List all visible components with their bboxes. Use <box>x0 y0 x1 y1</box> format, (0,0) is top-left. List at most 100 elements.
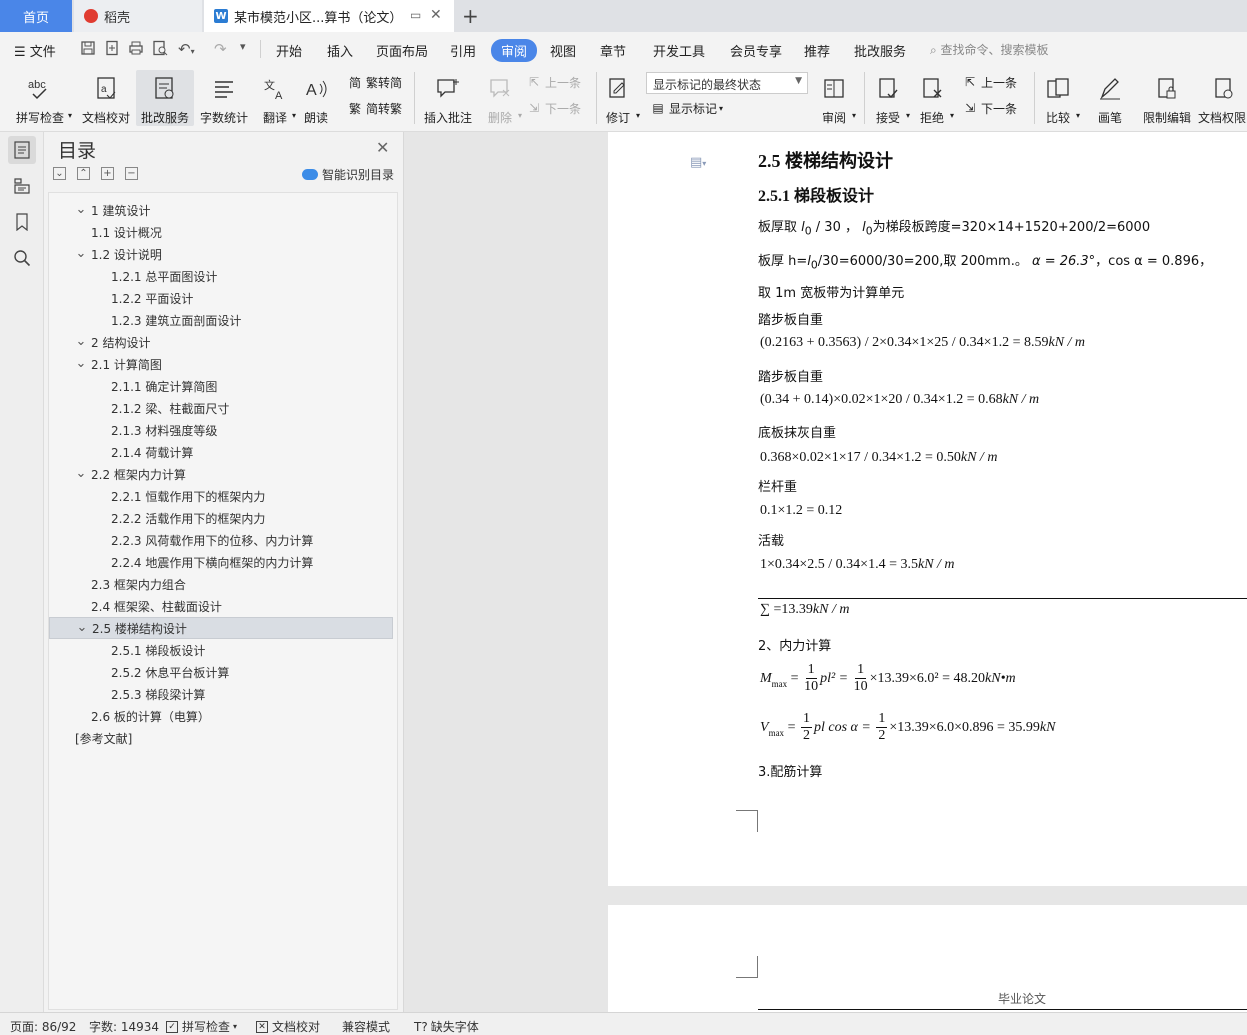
command-search[interactable]: ⌕ 查找命令、搜索模板 <box>930 41 1049 58</box>
expand-all-icon[interactable]: + <box>101 167 114 180</box>
save-icon[interactable] <box>80 40 96 60</box>
toc-item[interactable]: 2.5.2 休息平台板计算 <box>49 661 393 683</box>
menu-review[interactable]: 审阅 <box>491 39 538 62</box>
spellcheck-button[interactable]: abc 拼写检查 ▾ <box>8 70 72 126</box>
tab-daoke[interactable]: 稻壳 <box>74 0 202 32</box>
close-tab-icon[interactable]: ✕ <box>430 7 442 23</box>
compare-button[interactable]: 比较 ▾ <box>1040 70 1080 126</box>
quick-access-more-icon[interactable]: ▾ <box>240 40 246 53</box>
show-markup-button[interactable]: ▤ 显示标记 ▾ <box>650 98 723 118</box>
expand-level-icon[interactable]: ⌄ <box>53 167 66 180</box>
doc-check-button[interactable]: a 文档校对 <box>78 70 134 126</box>
menu-member[interactable]: 会员专享 <box>730 41 782 60</box>
chevron-down-icon[interactable]: ⌄ <box>75 467 87 480</box>
export-pdf-icon[interactable] <box>104 40 120 60</box>
reject-button[interactable]: 拒绝 ▾ <box>914 70 954 126</box>
toc-item[interactable]: 2.1.1 确定计算简图 <box>49 375 393 397</box>
restrict-edit-button[interactable]: 限制编辑 <box>1140 70 1194 126</box>
tab-document[interactable]: W 某市模范小区...算书（论文） ▭ ✕ <box>204 0 454 32</box>
revise-button[interactable]: 修订 ▾ <box>600 70 640 126</box>
chapter-nav-icon[interactable] <box>8 172 36 200</box>
toc-item[interactable]: 1.2.3 建筑立面剖面设计 <box>49 309 393 331</box>
insert-comment-button[interactable]: 插入批注 <box>420 70 476 126</box>
simp-to-trad-button[interactable]: 繁简转繁 <box>347 98 402 118</box>
menu-recommend[interactable]: 推荐 <box>804 41 830 60</box>
spellcheck-label: 拼写检查 <box>15 111 64 125</box>
toc-item[interactable]: 1.2.2 平面设计 <box>49 287 393 309</box>
collapse-level-icon[interactable]: ⌃ <box>77 167 90 180</box>
document-page-next[interactable] <box>608 905 1247 1012</box>
chevron-down-icon[interactable]: ⌄ <box>76 621 88 634</box>
next-change-button[interactable]: ⇲ 下一条 <box>962 98 1017 118</box>
new-tab-icon[interactable]: + <box>462 4 479 28</box>
markup-state-select[interactable]: 显示标记的最终状态 ▼ <box>646 72 808 94</box>
menu-chapter[interactable]: 章节 <box>600 41 626 60</box>
toc-panel-icon[interactable] <box>8 136 36 164</box>
missing-font-button[interactable]: T? 缺失字体 <box>414 1018 479 1035</box>
toc-item[interactable]: 2.2.4 地震作用下横向框架的内力计算 <box>49 551 393 573</box>
menu-page-layout[interactable]: 页面布局 <box>376 41 428 60</box>
toc-item[interactable]: 1.1 设计概况 <box>49 221 393 243</box>
toc-item[interactable]: ⌄ 1 建筑设计 <box>49 199 393 221</box>
chevron-down-icon[interactable]: ⌄ <box>75 335 87 348</box>
paragraph-options-icon[interactable]: ▤▾ <box>690 155 706 170</box>
smart-toc-button[interactable]: 智能识别目录 <box>302 166 394 183</box>
chevron-down-icon[interactable]: ⌄ <box>75 247 87 260</box>
prev-comment-button[interactable]: ⇱ 上一条 <box>526 72 581 92</box>
accept-button[interactable]: 接受 ▾ <box>870 70 910 126</box>
toc-item[interactable]: 2.1.4 荷载计算 <box>49 441 393 463</box>
toc-item[interactable]: ⌄ 2.5 楼梯结构设计 <box>49 617 393 639</box>
doc-rights-button[interactable]: 文档权限 <box>1198 70 1247 126</box>
page-indicator[interactable]: 页面: 86/92 <box>10 1018 76 1035</box>
document-page[interactable] <box>608 132 1247 886</box>
undo-icon[interactable]: ↶▾ <box>178 40 195 58</box>
toc-item[interactable]: 2.5.1 梯段板设计 <box>49 639 393 661</box>
redo-icon[interactable]: ↷ <box>214 40 227 58</box>
menu-insert[interactable]: 插入 <box>327 41 353 60</box>
menu-view[interactable]: 视图 <box>550 41 576 60</box>
menu-correction[interactable]: 批改服务 <box>854 41 906 60</box>
toc-item[interactable]: 1.2.1 总平面图设计 <box>49 265 393 287</box>
float-window-icon[interactable]: ▭ <box>410 8 421 22</box>
trad-to-simp-button[interactable]: 简繁转简 <box>347 72 402 92</box>
toc-item[interactable]: ⌄ 2.1 计算简图 <box>49 353 393 375</box>
read-aloud-button[interactable]: A 朗读 <box>298 70 334 126</box>
toc-item[interactable]: 2.3 框架内力组合 <box>49 573 393 595</box>
pen-button[interactable]: 画笔 <box>1092 70 1128 126</box>
toc-item[interactable]: 2.5.3 梯段梁计算 <box>49 683 393 705</box>
print-icon[interactable] <box>128 40 144 60</box>
status-doc-check[interactable]: ✕ 文档校对 <box>256 1018 320 1035</box>
word-count-indicator[interactable]: 字数: 14934 <box>89 1018 159 1035</box>
toc-item[interactable]: 2.2.3 风荷载作用下的位移、内力计算 <box>49 529 393 551</box>
print-preview-icon[interactable] <box>152 40 168 60</box>
toc-item[interactable]: ⌄ 1.2 设计说明 <box>49 243 393 265</box>
toc-item[interactable]: 2.1.2 梁、柱截面尺寸 <box>49 397 393 419</box>
review-pane-button[interactable]: 审阅 ▾ <box>814 70 856 126</box>
chevron-down-icon[interactable]: ⌄ <box>75 203 87 216</box>
toc-item[interactable]: ⌄ 2 结构设计 <box>49 331 393 353</box>
toc-item[interactable]: 2.2.2 活载作用下的框架内力 <box>49 507 393 529</box>
status-spellcheck[interactable]: ✓ 拼写检查 ▾ <box>166 1018 237 1035</box>
menu-start[interactable]: 开始 <box>276 41 302 60</box>
next-comment-button[interactable]: ⇲ 下一条 <box>526 98 581 118</box>
prev-change-button[interactable]: ⇱ 上一条 <box>962 72 1017 92</box>
translate-button[interactable]: 文A 翻译 ▾ <box>256 70 296 126</box>
search-icon[interactable] <box>8 244 36 272</box>
collapse-all-icon[interactable]: − <box>125 167 138 180</box>
chevron-down-icon[interactable]: ⌄ <box>75 357 87 370</box>
correction-service-button[interactable]: 批改服务 <box>136 70 194 126</box>
toc-item[interactable]: 2.1.3 材料强度等级 <box>49 419 393 441</box>
delete-comment-button[interactable]: 删除 ▾ <box>480 70 522 126</box>
menu-developer[interactable]: 开发工具 <box>653 41 705 60</box>
toc-item[interactable]: 2.2.1 恒载作用下的框架内力 <box>49 485 393 507</box>
close-icon[interactable]: ✕ <box>376 138 389 157</box>
toc-item[interactable]: 2.6 板的计算（电算） <box>49 705 393 727</box>
bookmark-icon[interactable] <box>8 208 36 236</box>
toc-item[interactable]: 2.4 框架梁、柱截面设计 <box>49 595 393 617</box>
toc-item[interactable]: ⌄ 2.2 框架内力计算 <box>49 463 393 485</box>
toc-item[interactable]: [参考文献] <box>49 727 393 749</box>
menu-reference[interactable]: 引用 <box>450 41 476 60</box>
tab-home[interactable]: 首页 <box>0 0 72 32</box>
file-menu[interactable]: ☰ 文件 <box>14 41 56 60</box>
word-count-button[interactable]: 字数统计 <box>196 70 252 126</box>
